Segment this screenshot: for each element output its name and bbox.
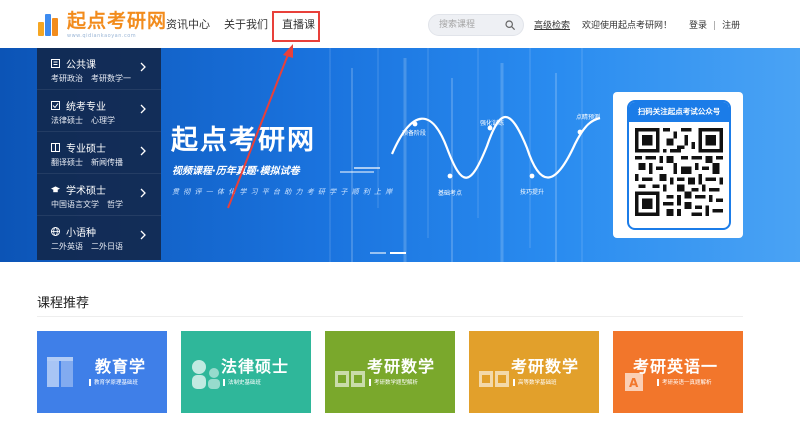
course-card-subtitle-text: 考研数学题型解析 bbox=[374, 380, 419, 386]
course-card-math-1[interactable]: 考研数学 考研数学题型解析 bbox=[325, 331, 455, 413]
course-card-subtitle: 法制史基础班 bbox=[223, 378, 261, 386]
course-card-title: 法律硕士 bbox=[221, 357, 290, 376]
course-card-subtitle: 考研数学题型解析 bbox=[369, 378, 418, 386]
course-card-subtitle-text: 教育学原理基础班 bbox=[94, 380, 139, 386]
people-icon bbox=[192, 360, 220, 389]
section-title-courses: 课程推荐 bbox=[37, 296, 90, 311]
open-book-icon bbox=[479, 371, 509, 387]
course-card-title: 考研英语一 bbox=[633, 357, 719, 376]
document-icon bbox=[47, 357, 73, 387]
course-card-education[interactable]: 教育学 教育学原理基础班 bbox=[37, 331, 167, 413]
open-book-icon bbox=[335, 371, 365, 387]
course-card-subtitle-text: 高等数学基础班 bbox=[518, 380, 557, 386]
svg-text:A: A bbox=[629, 376, 639, 390]
course-card-subtitle: 高等数学基础班 bbox=[513, 378, 557, 386]
course-card-title: 考研数学 bbox=[511, 357, 580, 376]
course-card-subtitle: 教育学原理基础班 bbox=[89, 378, 138, 386]
section-divider bbox=[37, 316, 743, 317]
course-card-math-2[interactable]: 考研数学 高等数学基础班 bbox=[469, 331, 599, 413]
course-card-english[interactable]: A 考研英语一 考研英语一真题解析 bbox=[613, 331, 743, 413]
course-card-subtitle-text: 考研英语一真题解析 bbox=[662, 380, 712, 386]
course-card-subtitle: 考研英语一真题解析 bbox=[657, 378, 712, 386]
course-card-subtitle-text: 法制史基础班 bbox=[228, 380, 262, 386]
course-card-law[interactable]: 法律硕士 法制史基础班 bbox=[181, 331, 311, 413]
course-card-title: 教育学 bbox=[95, 357, 147, 376]
course-card-title: 考研数学 bbox=[367, 357, 436, 376]
